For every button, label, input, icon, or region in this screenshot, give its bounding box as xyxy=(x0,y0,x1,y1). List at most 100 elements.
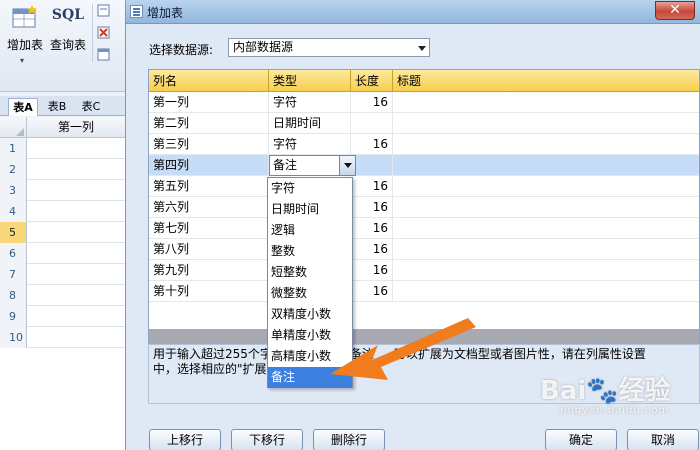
cell-column-name[interactable]: 第一列 xyxy=(149,92,269,113)
cell-length[interactable]: 16 xyxy=(351,197,393,218)
query-table-button[interactable]: SQL 查询表 xyxy=(48,4,88,53)
new-record-icon[interactable] xyxy=(97,4,111,17)
table-row[interactable]: 第九列 16 xyxy=(149,260,699,281)
row-number[interactable]: 3 xyxy=(0,180,27,201)
column-header-first[interactable]: 第一列 xyxy=(27,117,125,138)
sheet-tab-a[interactable]: 表A xyxy=(8,98,38,116)
cell-caption[interactable] xyxy=(393,113,699,134)
delete-record-icon[interactable] xyxy=(97,26,111,39)
move-up-button[interactable]: 上移行 xyxy=(149,429,221,450)
cell-length[interactable]: 16 xyxy=(351,260,393,281)
type-option[interactable]: 高精度小数 xyxy=(268,346,352,367)
cell-caption[interactable] xyxy=(393,281,699,302)
header-length[interactable]: 长度 xyxy=(351,70,393,92)
columns-table: 列名 类型 长度 标题 第一列 字符 16 第二列 日期时间 第三列 字符 16 第四列 备注 第五… xyxy=(148,69,700,349)
cell-length[interactable]: 16 xyxy=(351,92,393,113)
cell-caption[interactable] xyxy=(393,218,699,239)
grid-row[interactable]: 9 xyxy=(0,306,125,327)
grid-row[interactable]: 6 xyxy=(0,243,125,264)
table-row[interactable]: 第十列 16 xyxy=(149,281,699,302)
table-row[interactable]: 第一列 字符 16 xyxy=(149,92,699,113)
sheet-tab-b[interactable]: 表B xyxy=(42,98,72,116)
type-option[interactable]: 日期时间 xyxy=(268,199,352,220)
table-row[interactable]: 第六列 16 xyxy=(149,197,699,218)
dialog-title: 增加表 xyxy=(147,6,184,20)
delete-row-button[interactable]: 删除行 xyxy=(313,429,385,450)
table-row[interactable]: 第二列 日期时间 xyxy=(149,113,699,134)
add-table-button[interactable]: 增加表 xyxy=(4,4,46,53)
grid-row[interactable]: 5 xyxy=(0,222,125,243)
grid-row[interactable]: 10 xyxy=(0,327,125,348)
row-number[interactable]: 2 xyxy=(0,159,27,180)
cell-length[interactable]: 16 xyxy=(351,281,393,302)
grid-row[interactable]: 7 xyxy=(0,264,125,285)
type-option[interactable]: 逻辑 xyxy=(268,220,352,241)
ok-button[interactable]: 确定 xyxy=(545,429,617,450)
cancel-button[interactable]: 取消 xyxy=(627,429,699,450)
cell-type[interactable]: 日期时间 xyxy=(269,113,351,134)
close-button[interactable]: ✕ xyxy=(655,1,695,20)
row-number[interactable]: 9 xyxy=(0,306,27,327)
cell-length[interactable]: 16 xyxy=(351,134,393,155)
cell-length[interactable] xyxy=(351,113,393,134)
sheet-tab-c[interactable]: 表C xyxy=(76,98,106,116)
cell-type[interactable]: 字符 xyxy=(269,134,351,155)
cell-column-name[interactable]: 第九列 xyxy=(149,260,269,281)
type-option[interactable]: 双精度小数 xyxy=(268,304,352,325)
cell-column-name[interactable]: 第五列 xyxy=(149,176,269,197)
row-number[interactable]: 1 xyxy=(0,138,27,159)
cell-length[interactable]: 16 xyxy=(351,176,393,197)
cell-caption[interactable] xyxy=(393,92,699,113)
cell-caption[interactable] xyxy=(393,197,699,218)
header-column-name[interactable]: 列名 xyxy=(149,70,269,92)
grid-row[interactable]: 4 xyxy=(0,201,125,222)
cell-column-name[interactable]: 第八列 xyxy=(149,239,269,260)
table-properties-icon[interactable] xyxy=(97,48,111,61)
grid-row[interactable]: 1 xyxy=(0,138,125,159)
cell-column-name[interactable]: 第七列 xyxy=(149,218,269,239)
cell-caption[interactable] xyxy=(393,155,699,176)
cell-type[interactable]: 字符 xyxy=(269,92,351,113)
header-caption[interactable]: 标题 xyxy=(393,70,699,92)
type-combobox[interactable]: 备注 xyxy=(269,155,356,176)
cell-column-name[interactable]: 第三列 xyxy=(149,134,269,155)
cell-length[interactable] xyxy=(351,155,393,176)
table-row[interactable]: 第五列 16 xyxy=(149,176,699,197)
table-row[interactable]: 第八列 16 xyxy=(149,239,699,260)
type-option[interactable]: 字符 xyxy=(268,178,352,199)
cell-length[interactable]: 16 xyxy=(351,218,393,239)
table-row[interactable]: 第四列 备注 xyxy=(149,155,699,176)
data-source-select[interactable]: 内部数据源 xyxy=(228,38,430,57)
dialog-titlebar[interactable]: 增加表 ✕ xyxy=(126,0,700,24)
grid-row[interactable]: 3 xyxy=(0,180,125,201)
cell-caption[interactable] xyxy=(393,260,699,281)
cell-column-name[interactable]: 第二列 xyxy=(149,113,269,134)
type-option[interactable]: 整数 xyxy=(268,241,352,262)
cell-column-name[interactable]: 第十列 xyxy=(149,281,269,302)
select-all-corner[interactable] xyxy=(0,117,27,138)
table-row[interactable]: 第三列 字符 16 xyxy=(149,134,699,155)
cell-column-name[interactable]: 第六列 xyxy=(149,197,269,218)
row-number[interactable]: 5 xyxy=(0,222,27,243)
cell-caption[interactable] xyxy=(393,239,699,260)
ribbon: 增加表 ▾ SQL 查询表 xyxy=(0,0,125,92)
row-number[interactable]: 4 xyxy=(0,201,27,222)
row-number[interactable]: 8 xyxy=(0,285,27,306)
type-option[interactable]: 备注 xyxy=(268,367,352,388)
row-number[interactable]: 7 xyxy=(0,264,27,285)
add-table-dropdown-caret[interactable]: ▾ xyxy=(20,56,24,65)
type-option[interactable]: 短整数 xyxy=(268,262,352,283)
header-type[interactable]: 类型 xyxy=(269,70,351,92)
type-option[interactable]: 单精度小数 xyxy=(268,325,352,346)
type-option[interactable]: 微整数 xyxy=(268,283,352,304)
row-number[interactable]: 10 xyxy=(0,327,27,348)
grid-row[interactable]: 2 xyxy=(0,159,125,180)
cell-caption[interactable] xyxy=(393,134,699,155)
cell-caption[interactable] xyxy=(393,176,699,197)
row-number[interactable]: 6 xyxy=(0,243,27,264)
cell-column-name[interactable]: 第四列 xyxy=(149,155,269,176)
cell-length[interactable]: 16 xyxy=(351,239,393,260)
table-row[interactable]: 第七列 16 xyxy=(149,218,699,239)
grid-row[interactable]: 8 xyxy=(0,285,125,306)
move-down-button[interactable]: 下移行 xyxy=(231,429,303,450)
